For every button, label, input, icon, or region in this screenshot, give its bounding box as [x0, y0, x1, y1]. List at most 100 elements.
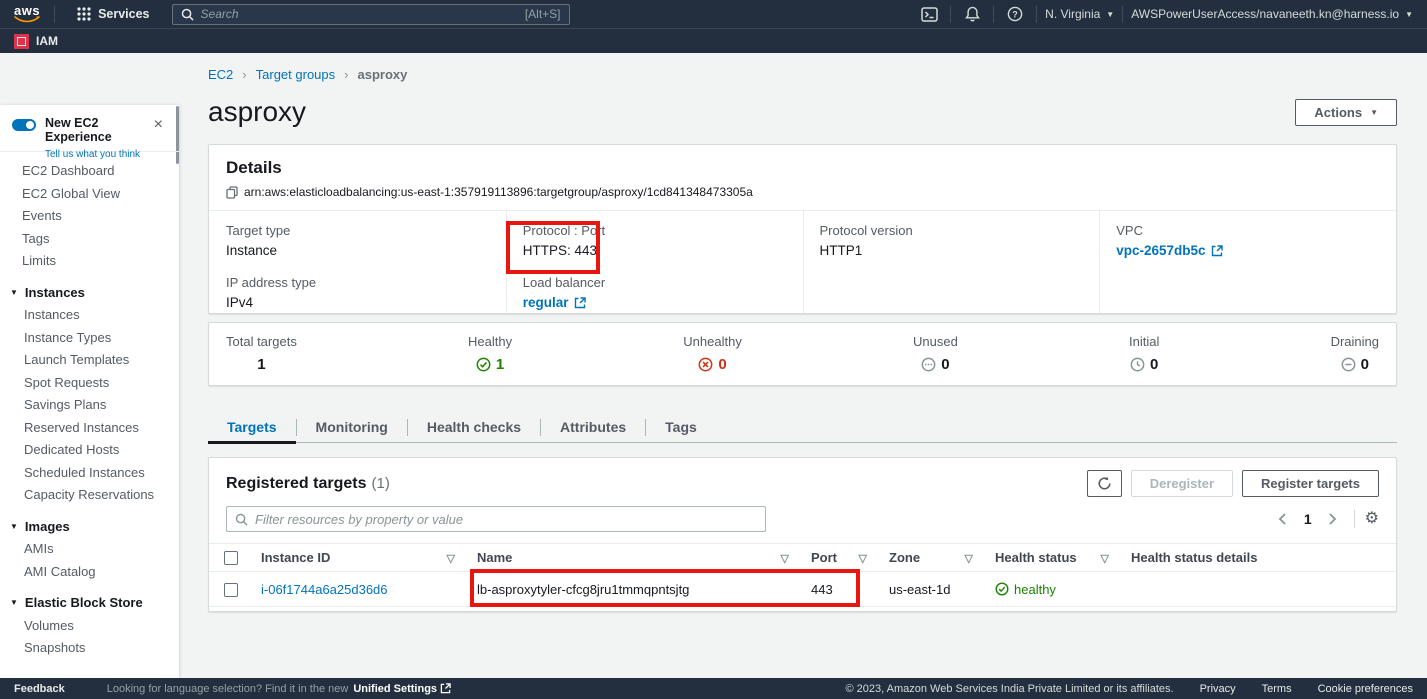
tab-monitoring[interactable]: Monitoring	[297, 412, 407, 443]
services-menu[interactable]: Services	[77, 7, 149, 21]
sidebar-item-instances[interactable]: Instances	[0, 304, 179, 327]
actions-button[interactable]: Actions ▼	[1295, 99, 1397, 126]
sidebar-item-reserved-instances[interactable]: Reserved Instances	[0, 417, 179, 440]
deregister-button[interactable]: Deregister	[1131, 470, 1233, 497]
select-all-checkbox[interactable]	[224, 551, 238, 565]
tab-targets[interactable]: Targets	[208, 412, 296, 443]
sidebar-item-scheduled-instances[interactable]: Scheduled Instances	[0, 462, 179, 485]
sidebar-item-dedicated-hosts[interactable]: Dedicated Hosts	[0, 439, 179, 462]
chevron-expanded-icon: ▼	[10, 592, 18, 615]
sidebar-item-launch-templates[interactable]: Launch Templates	[0, 349, 179, 372]
feedback-button[interactable]: Feedback	[14, 683, 65, 695]
vpc-link[interactable]: vpc-2657db5c	[1116, 243, 1222, 258]
region-selector[interactable]: N. Virginia ▼	[1045, 7, 1114, 21]
sidebar-item-ec2-dashboard[interactable]: EC2 Dashboard	[0, 160, 179, 183]
filter-input[interactable]	[255, 512, 757, 527]
sidebar-item-amis[interactable]: AMIs	[0, 538, 179, 561]
sidebar-item-spot-requests[interactable]: Spot Requests	[0, 372, 179, 395]
load-balancer-label: Load balancer	[523, 275, 787, 290]
privacy-link[interactable]: Privacy	[1200, 683, 1236, 695]
refresh-button[interactable]	[1087, 470, 1122, 497]
column-header-zone[interactable]: Zone▽	[879, 544, 985, 572]
terms-link[interactable]: Terms	[1262, 683, 1292, 695]
load-balancer-link[interactable]: regular	[523, 295, 586, 310]
cloudshell-button[interactable]	[916, 3, 942, 25]
registered-targets-panel: Registered targets (1) Deregister Regist…	[208, 457, 1397, 612]
sort-icon[interactable]: ▽	[965, 552, 973, 565]
stat-healthy: Healthy 1	[468, 334, 512, 385]
close-icon[interactable]: ×	[154, 118, 163, 132]
global-search-input[interactable]	[201, 7, 525, 21]
check-circle-icon	[476, 357, 491, 372]
draining-count: 0	[1361, 356, 1369, 373]
protocol-port-label: Protocol : Port	[523, 223, 787, 238]
column-header-port[interactable]: Port▽	[801, 544, 879, 572]
tab-health-checks[interactable]: Health checks	[408, 412, 540, 443]
breadcrumb-ec2[interactable]: EC2	[208, 67, 233, 82]
console-footer: Feedback Looking for language selection?…	[0, 678, 1427, 699]
register-targets-button[interactable]: Register targets	[1242, 470, 1379, 497]
details-column-2: Protocol : Port HTTPS: 443 Load balancer…	[506, 211, 803, 313]
column-header-name[interactable]: Name▽	[467, 544, 801, 572]
feedback-link[interactable]: Tell us what you think	[45, 149, 140, 160]
favorite-iam-link[interactable]: IAM	[36, 34, 58, 48]
stat-total-targets: Total targets 1	[226, 334, 297, 385]
target-type-label: Target type	[226, 223, 490, 238]
copyright-text: © 2023, Amazon Web Services India Privat…	[846, 683, 1174, 695]
divider	[1036, 6, 1037, 23]
main-content: EC2 › Target groups › asproxy asproxy Ac…	[179, 53, 1427, 678]
tab-attributes[interactable]: Attributes	[541, 412, 645, 443]
sort-icon[interactable]: ▽	[781, 552, 789, 565]
external-link-icon	[1211, 245, 1223, 257]
sidebar-item-savings-plans[interactable]: Savings Plans	[0, 394, 179, 417]
breadcrumb-target-groups[interactable]: Target groups	[256, 67, 336, 82]
toggle-knob	[26, 121, 34, 129]
sort-icon[interactable]: ▽	[1101, 552, 1109, 565]
notifications-button[interactable]	[959, 3, 985, 25]
column-header-instance-id[interactable]: Instance ID▽	[251, 544, 467, 572]
sidebar-section-elastic-block-store[interactable]: ▼ Elastic Block Store	[0, 592, 179, 615]
tab-tags[interactable]: Tags	[646, 412, 716, 443]
search-icon	[235, 513, 248, 526]
ip-address-type-label: IP address type	[226, 275, 490, 290]
account-menu[interactable]: AWSPowerUserAccess/navaneeth.kn@harness.…	[1131, 7, 1413, 21]
unhealthy-count: 0	[718, 356, 726, 373]
page-number[interactable]: 1	[1298, 511, 1318, 527]
sidebar-item-tags[interactable]: Tags	[0, 228, 179, 251]
aws-logo-text: aws	[14, 5, 40, 16]
next-page-button[interactable]	[1322, 508, 1344, 530]
column-header-health-status-details: Health status details	[1121, 544, 1396, 572]
sidebar-item-capacity-reservations[interactable]: Capacity Reservations	[0, 484, 179, 507]
aws-logo[interactable]: aws	[14, 5, 40, 23]
sort-icon[interactable]: ▽	[859, 552, 867, 565]
instance-id-link[interactable]: i-06f1744a6a25d36d6	[261, 582, 388, 597]
stat-draining: Draining 0	[1331, 334, 1379, 385]
unified-settings-link[interactable]: Unified Settings	[353, 683, 451, 695]
sidebar-item-ami-catalog[interactable]: AMI Catalog	[0, 561, 179, 584]
sort-icon[interactable]: ▽	[447, 552, 455, 565]
column-header-health-status[interactable]: Health status▽	[985, 544, 1121, 572]
cookie-preferences-link[interactable]: Cookie preferences	[1318, 683, 1413, 695]
help-button[interactable]: ?	[1002, 3, 1028, 25]
sidebar-item-events[interactable]: Events	[0, 205, 179, 228]
sidebar-item-instance-types[interactable]: Instance Types	[0, 327, 179, 350]
ip-address-type-value: IPv4	[226, 295, 490, 310]
table-settings-button[interactable]: ⚙	[1365, 511, 1379, 527]
sidebar-item-volumes[interactable]: Volumes	[0, 615, 179, 638]
sidebar-section-instances[interactable]: ▼ Instances	[0, 282, 179, 305]
target-name-cell: lb-asproxytyler-cfcg8jru1tmmqpntsjtg	[467, 572, 801, 607]
previous-page-button[interactable]	[1272, 508, 1294, 530]
sidebar-item-ec2-global-view[interactable]: EC2 Global View	[0, 183, 179, 206]
chevron-down-icon: ▼	[1405, 10, 1413, 19]
sidebar-item-snapshots[interactable]: Snapshots	[0, 637, 179, 660]
sidebar-item-limits[interactable]: Limits	[0, 250, 179, 273]
sidebar-section-images[interactable]: ▼ Images	[0, 516, 179, 539]
row-checkbox[interactable]	[224, 583, 238, 597]
details-column-1: Target type Instance IP address type IPv…	[209, 211, 506, 313]
global-search[interactable]: [Alt+S]	[172, 4, 570, 25]
page-title: asproxy	[208, 96, 306, 128]
new-experience-toggle[interactable]	[12, 119, 36, 131]
check-circle-icon	[995, 582, 1009, 596]
registered-targets-count: (1)	[372, 475, 390, 492]
copy-icon[interactable]	[226, 186, 238, 199]
